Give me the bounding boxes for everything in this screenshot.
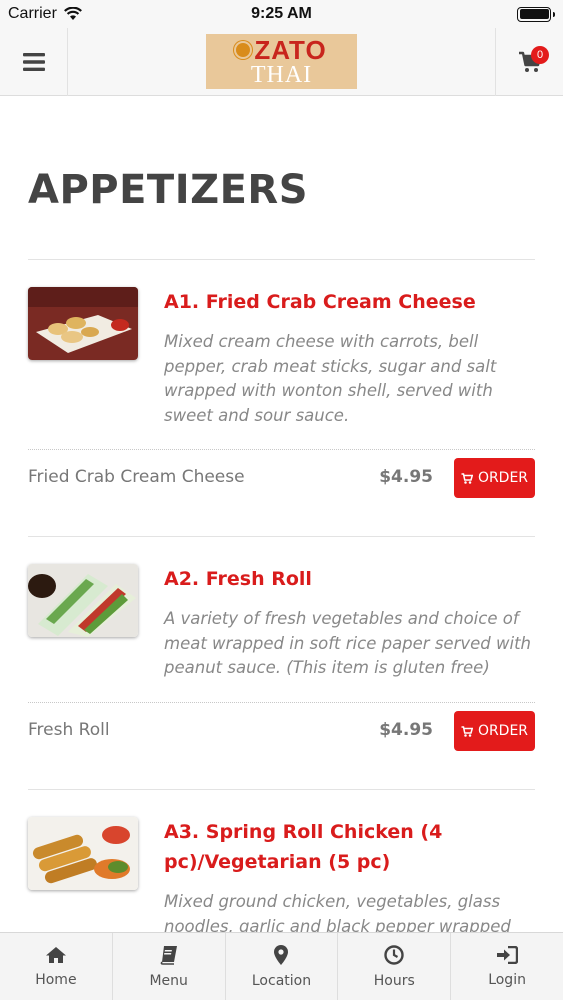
order-button-label: ORDER xyxy=(477,470,529,486)
login-icon xyxy=(497,945,519,964)
tab-label: Home xyxy=(35,971,77,988)
cart-button[interactable]: 0 xyxy=(495,28,563,96)
tab-label: Login xyxy=(488,971,526,988)
tab-label: Location xyxy=(251,972,312,989)
bottom-tab-bar: Home Menu Location Hours Login xyxy=(0,932,563,1000)
order-button[interactable]: ORDER xyxy=(454,711,535,751)
item-variant-row: Fried Crab Cream Cheese $4.95 ORDER xyxy=(28,458,535,498)
cart-icon xyxy=(461,472,473,484)
status-time: 9:25 AM xyxy=(251,5,312,22)
item-title[interactable]: A2. Fresh Roll xyxy=(164,564,535,594)
variant-name: Fresh Roll xyxy=(28,720,110,740)
tab-login[interactable]: Login xyxy=(451,933,563,1000)
section-divider xyxy=(28,259,535,260)
carrier-label: Carrier xyxy=(8,5,57,22)
battery-icon xyxy=(517,6,555,22)
item-photo-fried-crab[interactable] xyxy=(28,287,138,360)
home-icon xyxy=(45,946,66,963)
book-icon xyxy=(160,945,177,965)
logo-bottom-text: THAI xyxy=(250,61,313,88)
logo-top-text: ZATO xyxy=(236,37,326,63)
item-variant-row: Fresh Roll $4.95 ORDER xyxy=(28,711,535,751)
tab-label: Menu xyxy=(149,972,188,989)
item-divider xyxy=(28,449,535,450)
tab-hours[interactable]: Hours xyxy=(338,933,452,1000)
cart-count-badge: 0 xyxy=(531,46,549,64)
item-photo-fresh-roll[interactable] xyxy=(28,564,138,637)
status-left: Carrier xyxy=(8,5,83,23)
map-pin-icon xyxy=(274,944,289,965)
menu-toggle-button[interactable] xyxy=(0,28,68,96)
menu-item: A1. Fried Crab Cream Cheese Mixed cream … xyxy=(28,287,535,507)
clock-icon xyxy=(384,944,404,965)
hamburger-icon xyxy=(22,53,45,71)
item-separator xyxy=(28,789,535,790)
menu-item: A2. Fresh Roll A variety of fresh vegeta… xyxy=(28,564,535,764)
status-bar: Carrier 9:25 AM xyxy=(0,0,563,28)
item-photo-spring-roll[interactable] xyxy=(28,817,138,890)
item-title[interactable]: A1. Fried Crab Cream Cheese xyxy=(164,287,535,317)
order-button[interactable]: ORDER xyxy=(454,458,535,498)
app-header: ZATO THAI 0 xyxy=(0,28,563,96)
variant-price: $4.95 xyxy=(379,467,433,487)
wifi-icon xyxy=(63,7,82,20)
item-description: A variety of fresh vegetables and choice… xyxy=(164,609,532,677)
tab-label: Hours xyxy=(373,972,415,989)
tab-location[interactable]: Location xyxy=(226,933,339,1000)
sun-icon xyxy=(236,42,251,57)
item-separator xyxy=(28,536,535,537)
variant-price: $4.95 xyxy=(379,720,433,740)
item-title[interactable]: A3. Spring Roll Chicken (4 pc)/Vegetaria… xyxy=(164,817,535,877)
section-title: APPETIZERS xyxy=(28,167,309,213)
menu-content[interactable]: APPETIZERS A1. Fried Crab Cream Cheese M… xyxy=(0,97,563,932)
cart-icon xyxy=(461,725,473,737)
tab-home[interactable]: Home xyxy=(0,933,113,1000)
item-divider xyxy=(28,702,535,703)
menu-item: A3. Spring Roll Chicken (4 pc)/Vegetaria… xyxy=(28,817,535,932)
tab-menu[interactable]: Menu xyxy=(113,933,226,1000)
item-description: Mixed ground chicken, vegetables, glass … xyxy=(164,892,511,932)
order-button-label: ORDER xyxy=(477,723,529,739)
variant-name: Fried Crab Cream Cheese xyxy=(28,467,245,487)
item-description: Mixed cream cheese with carrots, bell pe… xyxy=(164,332,497,425)
restaurant-logo[interactable]: ZATO THAI xyxy=(206,34,357,89)
